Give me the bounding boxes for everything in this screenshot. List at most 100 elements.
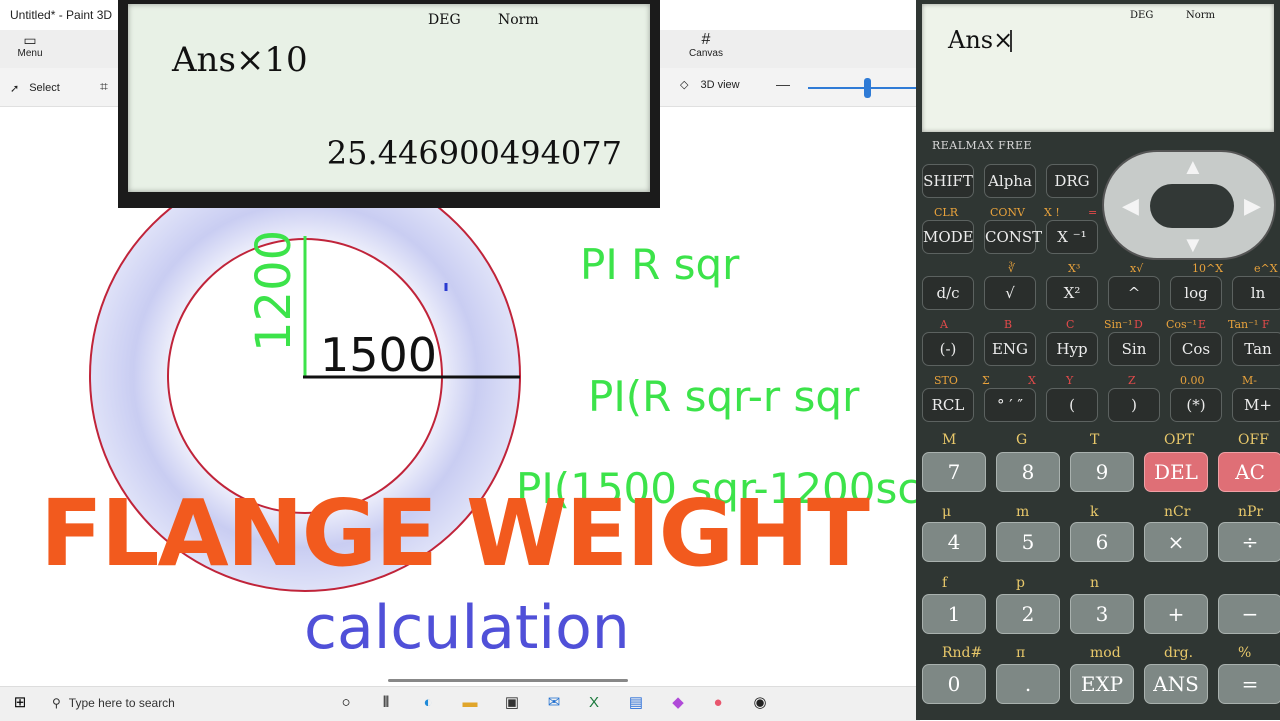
key-sym[interactable]: + [1144, 594, 1208, 634]
alpha-label: A [940, 318, 948, 331]
shift-label: Rnd# [942, 645, 983, 661]
arrow-left-icon[interactable]: ◀ [1122, 195, 1139, 217]
key-eng[interactable]: ENG [984, 332, 1036, 366]
key-tan[interactable]: Tan [1232, 332, 1280, 366]
key-2[interactable]: 2 [996, 594, 1060, 634]
shift-label: 10^X [1192, 262, 1224, 275]
key-drg[interactable]: DRG [1046, 164, 1098, 198]
key-x[interactable]: X ⁻¹ [1046, 220, 1098, 254]
display-expression: Ans×10 [172, 40, 308, 80]
key-4[interactable]: 4 [922, 522, 986, 562]
key-ac[interactable]: AC [1218, 452, 1280, 492]
key-shift[interactable]: SHIFT [922, 164, 974, 198]
vertical-dimension-label: 1200 [246, 229, 302, 352]
key-7[interactable]: 7 [922, 452, 986, 492]
key-hyp[interactable]: Hyp [1046, 332, 1098, 366]
store-icon[interactable]: ▣ [502, 694, 522, 712]
formula-area: PI R sqr [580, 240, 740, 289]
formula-ring: PI(R sqr-r sqr [588, 372, 860, 421]
key-8[interactable]: 8 [996, 452, 1060, 492]
lcd-expression: Ans× [948, 26, 1014, 54]
alpha-label: F [1262, 318, 1270, 331]
key-sym[interactable]: . [996, 664, 1060, 704]
shift-label: m [1016, 504, 1030, 520]
direction-pad[interactable]: ▲ ▼ ◀ ▶ [1102, 150, 1276, 260]
alpha-label: D [1134, 318, 1143, 331]
key-sym[interactable]: ° ′ ″ [984, 388, 1036, 422]
calculator-display-overlay: DEG Norm Ans×10 25.446900494077 [118, 0, 660, 208]
search-icon: ⚲ [52, 696, 61, 710]
key-sym[interactable]: ÷ [1218, 522, 1280, 562]
key-ans[interactable]: ANS [1144, 664, 1208, 704]
alpha-label: Z [1128, 374, 1136, 387]
photos-icon[interactable]: ▤ [626, 694, 646, 712]
key-alpha[interactable]: Alpha [984, 164, 1036, 198]
key-sym[interactable]: √ [984, 276, 1036, 310]
key-5[interactable]: 5 [996, 522, 1060, 562]
key-3[interactable]: 3 [1070, 594, 1134, 634]
excel-icon[interactable]: X [584, 694, 604, 712]
key-6[interactable]: 6 [1070, 522, 1134, 562]
alpha-label: E [1198, 318, 1207, 331]
key-x[interactable]: X² [1046, 276, 1098, 310]
arrow-up-icon[interactable]: ▲ [1182, 156, 1204, 178]
key-sym[interactable]: ^ [1108, 276, 1160, 310]
shift-label: e^X [1254, 262, 1278, 275]
key-sym[interactable]: (*) [1170, 388, 1222, 422]
key-m[interactable]: M+ [1232, 388, 1280, 422]
alpha-label: Y [1066, 374, 1074, 387]
search-placeholder: Type here to search [68, 696, 175, 710]
key-d-c[interactable]: d/c [922, 276, 974, 310]
video-title: FLANGE WEIGHT [40, 480, 870, 587]
key-ln[interactable]: ln [1232, 276, 1280, 310]
shift-label: X³ [1068, 262, 1081, 275]
paint-icon[interactable]: ● [708, 694, 728, 712]
key-0[interactable]: 0 [922, 664, 986, 704]
horizontal-scrollbar[interactable] [388, 679, 628, 682]
shift-label: OPT [1164, 432, 1195, 448]
shift-label: X ! [1044, 206, 1060, 219]
key-sym[interactable]: − [1218, 594, 1280, 634]
key-sym[interactable]: ) [1108, 388, 1160, 422]
mail-icon[interactable]: ✉ [544, 694, 564, 712]
shift-label: Tan⁻¹ [1228, 318, 1259, 331]
shift-label: drg. [1164, 645, 1194, 661]
key-log[interactable]: log [1170, 276, 1222, 310]
key-exp[interactable]: EXP [1070, 664, 1134, 704]
cortana-icon[interactable]: ○ [336, 694, 356, 712]
file-explorer-icon[interactable]: ▬ [460, 694, 480, 712]
arrow-down-icon[interactable]: ▼ [1182, 234, 1204, 256]
key-9[interactable]: 9 [1070, 452, 1134, 492]
obs-icon[interactable]: ◉ [750, 694, 770, 712]
format-indicator: Norm [498, 12, 539, 28]
windows-start-icon[interactable]: ⊞ [10, 694, 30, 712]
key-sym[interactable]: (-) [922, 332, 974, 366]
edge-icon[interactable]: ◐ [418, 694, 438, 712]
alpha-label: C [1066, 318, 1075, 331]
shift-label: Σ [982, 374, 990, 387]
key-mode[interactable]: MODE [922, 220, 974, 254]
arrow-right-icon[interactable]: ▶ [1244, 195, 1261, 217]
taskbar-search[interactable]: ⚲ Type here to search [42, 690, 264, 716]
shift-label: mod [1090, 645, 1121, 661]
key-1[interactable]: 1 [922, 594, 986, 634]
key-sym[interactable]: = [1218, 664, 1280, 704]
paint3d-icon[interactable]: ◆ [668, 694, 688, 712]
horizontal-dimension-label: 1500 [320, 328, 438, 382]
key-cos[interactable]: Cos [1170, 332, 1222, 366]
key-sin[interactable]: Sin [1108, 332, 1160, 366]
calculator-brand: REALMAX FREE [932, 139, 1033, 152]
shift-label: M [942, 432, 957, 448]
lcd-angle-mode: DEG [1130, 10, 1154, 21]
key-sym[interactable]: × [1144, 522, 1208, 562]
shift-label: T [1090, 432, 1100, 448]
key-sym[interactable]: ( [1046, 388, 1098, 422]
shift-label: ∛ [1008, 262, 1016, 275]
key-del[interactable]: DEL [1144, 452, 1208, 492]
shift-label: % [1238, 645, 1252, 661]
key-rcl[interactable]: RCL [922, 388, 974, 422]
task-view-icon[interactable]: ⫴ [376, 694, 396, 712]
key-const[interactable]: CONST [984, 220, 1042, 254]
shift-label: μ [942, 504, 952, 520]
shift-label: Cos⁻¹ [1166, 318, 1197, 331]
